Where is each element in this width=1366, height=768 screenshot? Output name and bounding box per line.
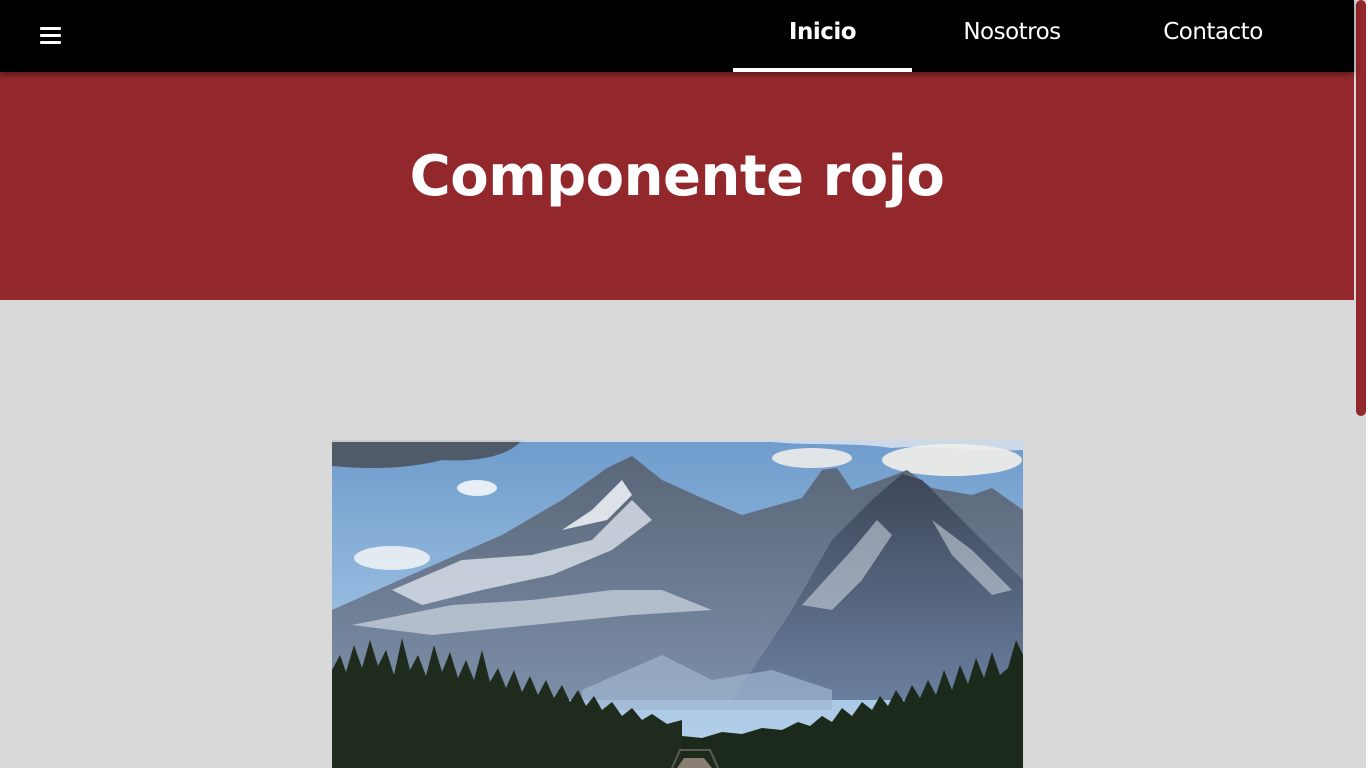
- hero-title: Componente rojo: [409, 144, 945, 209]
- hamburger-menu-icon[interactable]: [40, 26, 61, 45]
- top-navbar: Inicio Nosotros Contacto: [0, 0, 1354, 72]
- nav-link-nosotros[interactable]: Nosotros: [912, 0, 1112, 72]
- mountain-landscape-image: [332, 440, 1023, 768]
- mountain-photo: [332, 440, 1023, 768]
- nav-link-inicio[interactable]: Inicio: [733, 0, 912, 72]
- page: Inicio Nosotros Contacto Componente rojo: [0, 0, 1366, 768]
- vertical-scrollbar[interactable]: [1354, 0, 1366, 768]
- nav-link-contacto[interactable]: Contacto: [1112, 0, 1314, 72]
- scrollbar-thumb[interactable]: [1356, 0, 1366, 416]
- red-hero-banner: Componente rojo: [0, 72, 1354, 300]
